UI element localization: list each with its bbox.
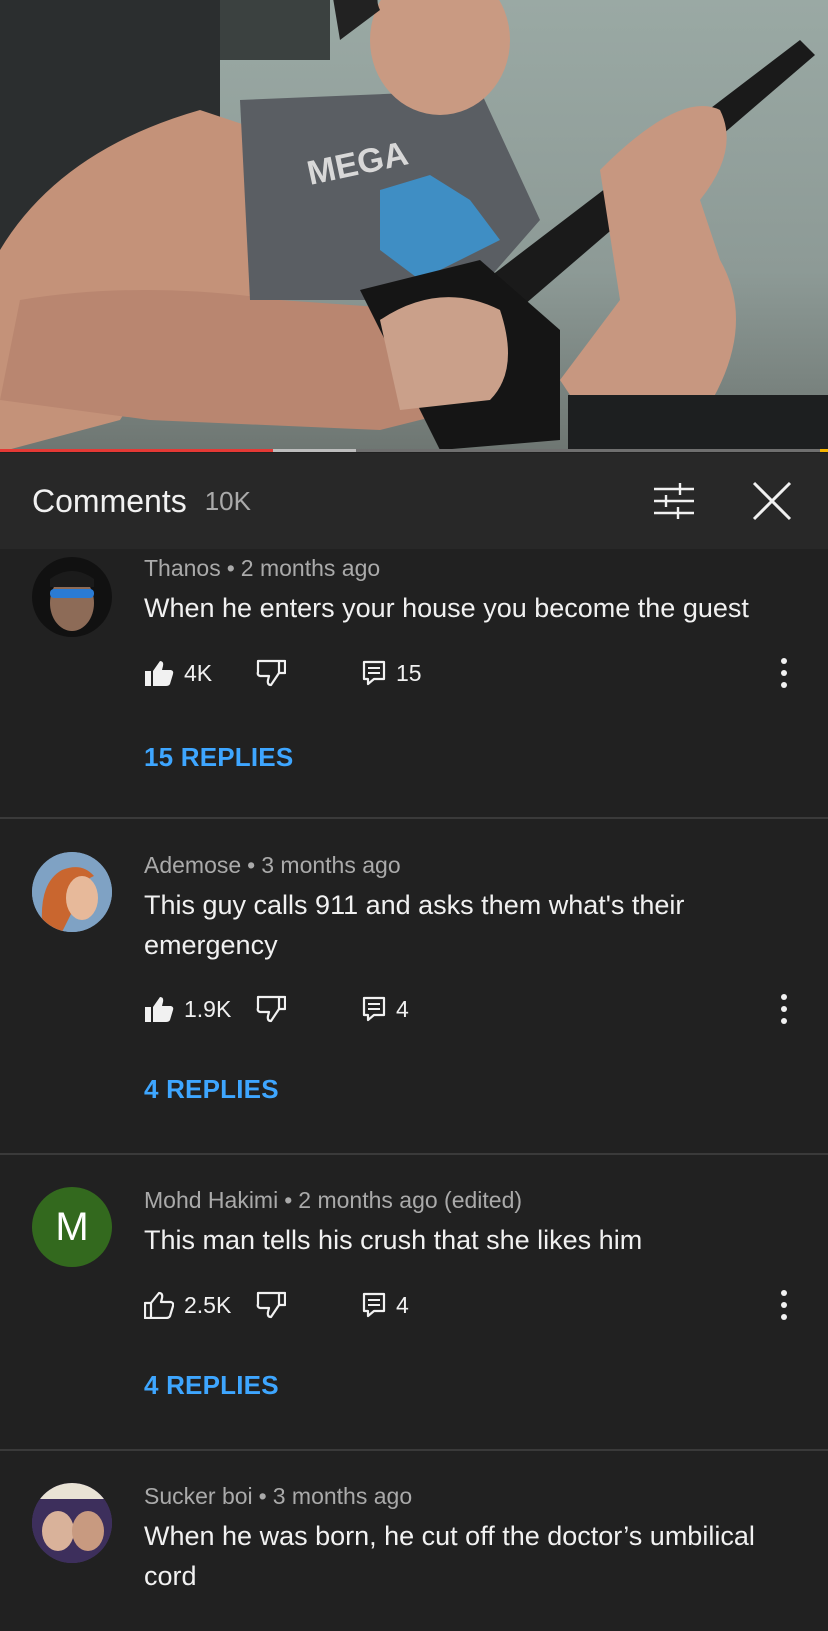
dislike-button[interactable] bbox=[256, 1285, 286, 1325]
comment-author[interactable]: Thanos bbox=[144, 555, 221, 581]
comment-meta: Sucker boi • 3 months ago bbox=[144, 1483, 413, 1509]
thumbs-up-filled-icon bbox=[145, 997, 174, 1022]
background-desk bbox=[568, 395, 828, 452]
comment-text: When he enters your house you become the… bbox=[144, 593, 749, 623]
like-button[interactable]: 2.5K bbox=[144, 1285, 231, 1325]
reply-comment-icon bbox=[362, 660, 386, 686]
sunglasses-avatar-icon[interactable] bbox=[32, 557, 112, 637]
comment-time: 3 months ago bbox=[272, 1483, 413, 1509]
thumbs-up-icon bbox=[144, 1291, 174, 1319]
comment-author[interactable]: Mohd Hakimi bbox=[144, 1187, 278, 1213]
like-count: 4K bbox=[184, 659, 213, 686]
dislike-button[interactable] bbox=[256, 989, 286, 1029]
more-options-icon[interactable] bbox=[764, 989, 804, 1029]
comments-count: 10K bbox=[204, 485, 251, 516]
comment-author[interactable]: Ademose bbox=[144, 852, 241, 878]
view-replies-button[interactable]: 4 REPLIES bbox=[144, 1074, 279, 1105]
thumbs-down-icon bbox=[256, 995, 286, 1023]
dislike-button[interactable] bbox=[256, 653, 286, 693]
thumbs-down-icon bbox=[256, 659, 286, 687]
sort-filter-icon[interactable] bbox=[652, 481, 696, 521]
reply-comment-icon bbox=[362, 996, 386, 1022]
comment-time: 2 months ago bbox=[240, 555, 381, 581]
comment-meta: Mohd Hakimi • 2 months ago (edited) bbox=[144, 1187, 523, 1213]
comment-actions: 1.9K 4 bbox=[144, 989, 804, 1029]
photo-avatar-icon[interactable] bbox=[32, 1483, 112, 1563]
thumbs-up-filled-icon bbox=[145, 661, 174, 686]
reply-button[interactable]: 15 bbox=[362, 653, 422, 693]
thumbs-down-icon bbox=[256, 1291, 286, 1319]
like-button[interactable]: 4K bbox=[144, 653, 212, 693]
video-frame-illustration: MEGA bbox=[0, 0, 815, 452]
played-bar bbox=[0, 449, 274, 452]
comment-item: M Mohd Hakimi • 2 months ago (edited) This… bbox=[0, 1155, 828, 1451]
like-count: 1.9K bbox=[184, 995, 232, 1022]
reply-button[interactable]: 4 bbox=[362, 989, 409, 1029]
reply-comment-icon bbox=[362, 1292, 386, 1318]
progress-marker bbox=[820, 449, 828, 452]
comment-text: This man tells his crush that she likes … bbox=[144, 1225, 643, 1255]
comment-actions: 4K 15 bbox=[144, 653, 804, 693]
reply-count: 15 bbox=[396, 659, 422, 686]
comment-list: Thanos • 2 months ago When he enters your … bbox=[0, 549, 828, 1631]
comments-title: Comments bbox=[32, 482, 187, 519]
reply-button[interactable]: 4 bbox=[362, 1285, 409, 1325]
video-player[interactable]: MEGA bbox=[0, 0, 828, 452]
like-button[interactable]: 1.9K bbox=[144, 989, 231, 1029]
comment-item: Thanos • 2 months ago When he enters your … bbox=[0, 549, 828, 819]
like-count: 2.5K bbox=[184, 1291, 232, 1318]
comment-author[interactable]: Sucker boi bbox=[144, 1483, 253, 1509]
comment-meta: Ademose • 3 months ago bbox=[144, 852, 401, 878]
view-replies-button[interactable]: 4 REPLIES bbox=[144, 1370, 279, 1401]
comment-item: Ademose • 3 months ago This guy calls 911 … bbox=[0, 819, 828, 1155]
comment-item: Sucker boi • 3 months ago When he was born… bbox=[0, 1451, 828, 1631]
comment-text: This guy calls 911 and asks them what's … bbox=[144, 890, 685, 960]
buffered-bar bbox=[273, 449, 357, 452]
letter-avatar-icon[interactable]: M bbox=[32, 1187, 112, 1267]
reply-count: 4 bbox=[396, 1291, 409, 1318]
comment-meta: Thanos • 2 months ago bbox=[144, 555, 381, 581]
video-progress-bar[interactable] bbox=[0, 449, 828, 452]
avatar-letter: M bbox=[55, 1204, 89, 1249]
view-replies-button[interactable]: 15 REPLIES bbox=[144, 742, 293, 773]
redhead-avatar-icon[interactable] bbox=[32, 852, 112, 932]
comments-header: Comments 10K bbox=[0, 453, 828, 549]
comment-actions: 2.5K 4 bbox=[144, 1285, 804, 1325]
close-icon[interactable] bbox=[750, 479, 794, 523]
reply-count: 4 bbox=[396, 995, 409, 1022]
comment-time: 3 months ago bbox=[261, 852, 401, 878]
comment-text: When he was born, he cut off the doctor’… bbox=[144, 1521, 755, 1591]
more-options-icon[interactable] bbox=[764, 1285, 804, 1325]
more-options-icon[interactable] bbox=[764, 653, 804, 693]
comment-time: 2 months ago (edited) bbox=[298, 1187, 523, 1213]
